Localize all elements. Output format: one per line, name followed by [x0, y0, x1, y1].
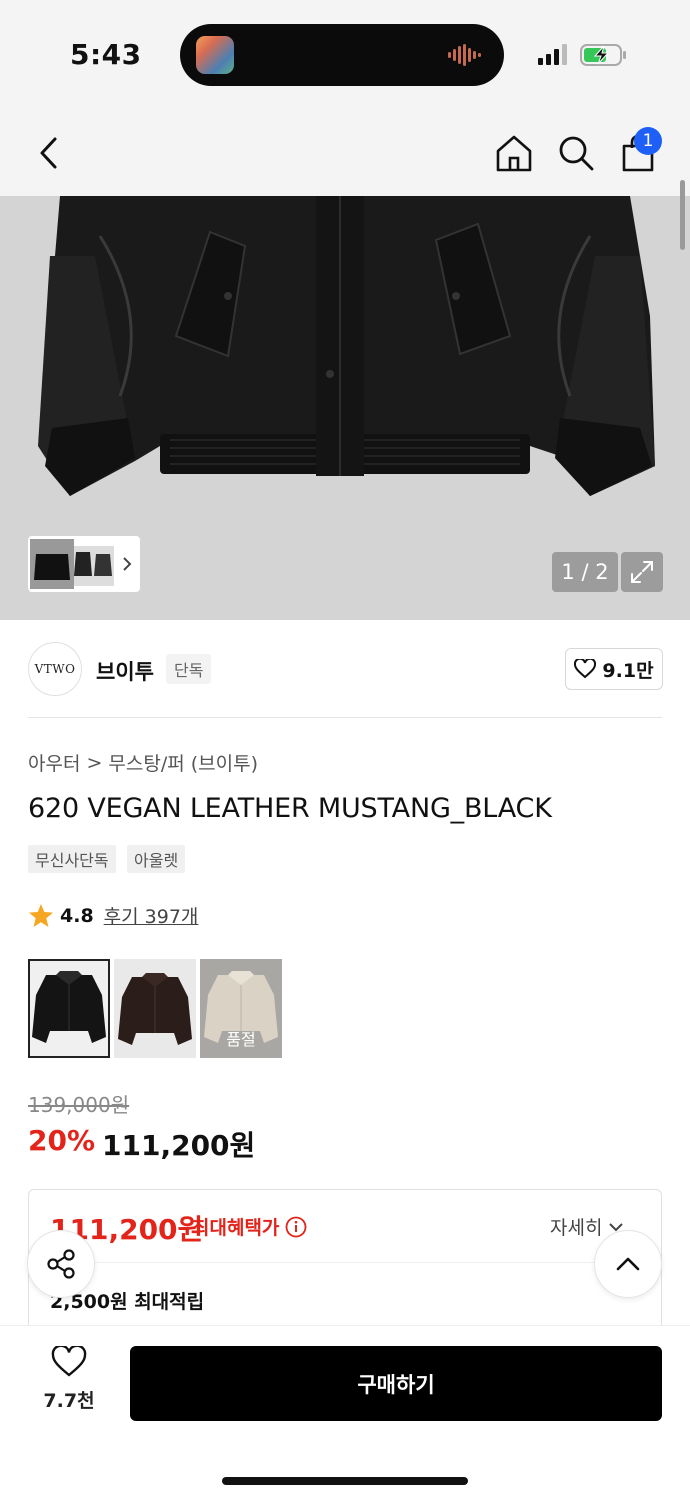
color-option-black[interactable] [28, 959, 110, 1058]
original-price: 139,000원 [28, 1093, 130, 1117]
tag-outlet: 아울렛 [127, 845, 186, 873]
tag-exclusive: 무신사단독 [28, 845, 116, 873]
battery-charging-icon [580, 44, 626, 66]
rating-row: 4.8 후기 397개 [28, 902, 198, 929]
back-button[interactable] [18, 110, 78, 196]
gallery-thumbnails [30, 539, 132, 589]
buy-button[interactable]: 구매하기 [130, 1346, 662, 1421]
chevron-up-icon [616, 1257, 640, 1271]
color-option-ivory[interactable]: 품절 [200, 959, 282, 1058]
breadcrumb-category[interactable]: 아우터 [28, 749, 80, 776]
star-icon [29, 903, 53, 927]
home-icon [496, 135, 532, 172]
image-counter: 1 / 2 [552, 552, 618, 592]
divider [29, 1262, 661, 1263]
cart-count-badge: 1 [634, 127, 662, 155]
search-icon [559, 136, 594, 171]
chevron-left-icon [40, 137, 57, 169]
jacket-thumbnail-brown [114, 959, 196, 1058]
share-icon [47, 1249, 75, 1279]
jacket-thumbnail-black [30, 961, 108, 1056]
max-benefit-text: 최대혜택가 [192, 1217, 280, 1239]
rating-value: 4.8 [60, 904, 94, 927]
expand-icon [631, 561, 653, 583]
gallery-thumbnail-strip[interactable] [28, 536, 140, 592]
scroll-to-top-button[interactable] [594, 1230, 662, 1298]
review-link[interactable]: 후기 397개 [104, 902, 199, 929]
brand-like-button[interactable]: 9.1만 [565, 648, 663, 690]
search-button[interactable] [546, 110, 606, 196]
status-bar: 5:43 [0, 0, 690, 110]
detail-link-label: 자세히 [550, 1217, 603, 1239]
breadcrumb-separator: > [86, 751, 103, 774]
breadcrumb: 아우터 > 무스탕/퍼 (브이투) [28, 749, 258, 776]
product-title: 620 VEGAN LEATHER MUSTANG_BLACK [28, 793, 552, 824]
breadcrumb-subcategory[interactable]: 무스탕/퍼 (브이투) [108, 749, 258, 776]
discount-rate: 20% [28, 1124, 96, 1157]
cart-button[interactable] [608, 110, 668, 196]
fullscreen-button[interactable] [621, 552, 663, 592]
product-like-count: 7.7천 [43, 1390, 95, 1412]
sale-price: 111,200원 [102, 1129, 256, 1162]
info-icon [286, 1216, 307, 1237]
exclusive-badge: 단독 [166, 654, 212, 684]
home-button[interactable] [484, 110, 544, 196]
brand-logo[interactable]: VTWO [28, 642, 82, 696]
clock: 5:43 [70, 38, 142, 71]
page-scroll-indicator [680, 180, 685, 250]
divider [28, 717, 662, 718]
max-benefit-label[interactable]: 최대혜택가 [192, 1213, 307, 1240]
heart-icon [51, 1346, 87, 1377]
brand-like-count: 9.1만 [602, 659, 654, 682]
heart-icon [574, 659, 597, 679]
audio-waveform-icon [448, 44, 481, 66]
product-like-button[interactable]: 7.7천 [38, 1346, 100, 1413]
cellular-signal-icon [538, 44, 567, 65]
top-navigation [0, 110, 690, 196]
home-indicator[interactable] [222, 1477, 468, 1485]
color-option-brown[interactable] [114, 959, 196, 1058]
brand-name[interactable]: 브이투 [96, 656, 154, 686]
dynamic-island [180, 24, 504, 86]
now-playing-artwork [196, 36, 234, 74]
share-button[interactable] [27, 1230, 95, 1298]
sold-out-label: 품절 [226, 1030, 256, 1049]
